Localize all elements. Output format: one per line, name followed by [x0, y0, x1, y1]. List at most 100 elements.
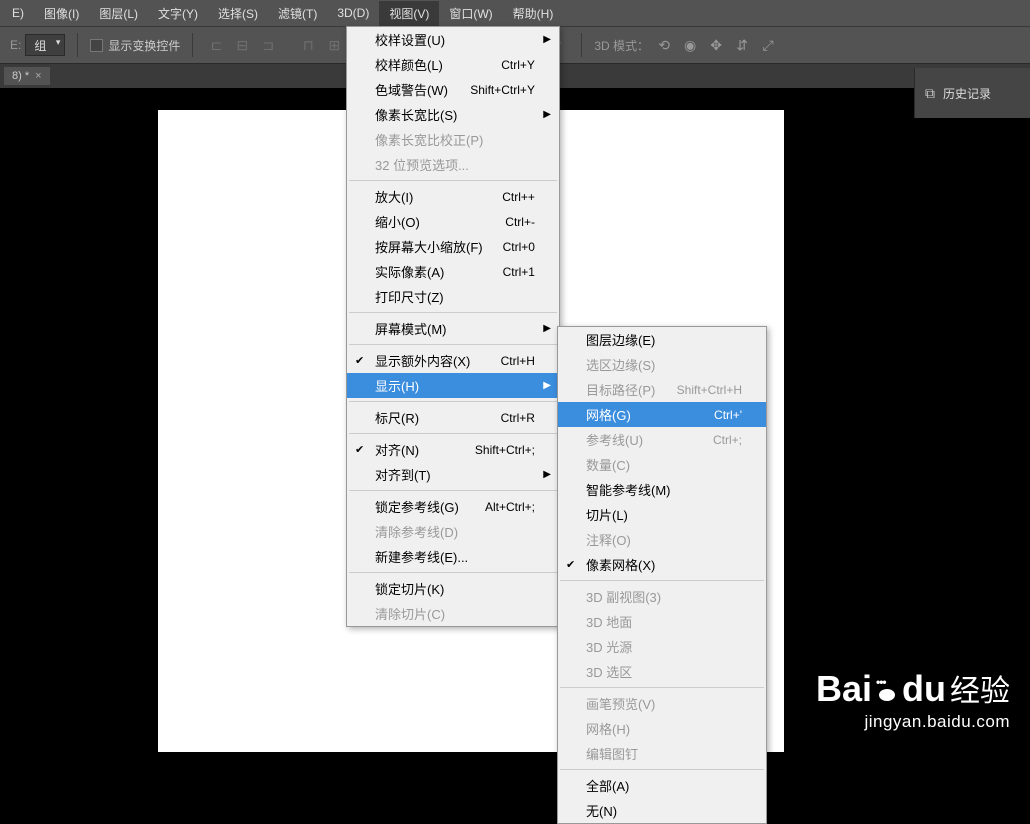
menu-item[interactable]: 校样颜色(L)Ctrl+Y — [347, 52, 559, 77]
orbit-3d-icon[interactable]: ⟲ — [653, 34, 675, 56]
menu-item-label: 缩小(O) — [375, 212, 420, 231]
menu-shortcut: Ctrl+' — [694, 408, 742, 422]
group-dropdown[interactable]: 组 — [25, 34, 65, 56]
menu-item: 选区边缘(S) — [558, 352, 766, 377]
align-left-icon[interactable]: ⊏ — [205, 34, 227, 56]
menu-separator — [560, 687, 764, 688]
scale-3d-icon[interactable]: ⤢ — [757, 34, 779, 56]
menu-item[interactable]: 标尺(R)Ctrl+R — [347, 405, 559, 430]
label-e: E: — [10, 38, 21, 52]
check-icon: ✔ — [566, 558, 575, 571]
submenu-arrow-icon: ▶ — [543, 380, 551, 391]
menu-item-label: 校样设置(U) — [375, 30, 445, 49]
menu-item-label: 选区边缘(S) — [586, 355, 655, 374]
menu-layer[interactable]: 图层(L) — [89, 1, 148, 26]
menu-item: 32 位预览选项... — [347, 152, 559, 177]
menu-shortcut: Shift+Ctrl+; — [455, 443, 535, 457]
menu-item[interactable]: 屏幕模式(M) ▶ — [347, 316, 559, 341]
menu-item-label: 清除参考线(D) — [375, 522, 458, 541]
history-icon: ⧉ — [925, 85, 935, 102]
align-center-h-icon[interactable]: ⊟ — [231, 34, 253, 56]
checkbox-label: 显示变换控件 — [108, 37, 180, 54]
menu-item-label: 目标路径(P) — [586, 380, 655, 399]
roll-3d-icon[interactable]: ◉ — [679, 34, 701, 56]
align-top-icon[interactable]: ⊓ — [297, 34, 319, 56]
pan-3d-icon[interactable]: ✥ — [705, 34, 727, 56]
menu-item[interactable]: 对齐到(T)▶ — [347, 462, 559, 487]
slide-3d-icon[interactable]: ⇵ — [731, 34, 753, 56]
menu-item[interactable]: 图层边缘(E) — [558, 327, 766, 352]
menu-view[interactable]: 视图(V) — [379, 1, 439, 26]
menu-separator — [349, 572, 557, 573]
menu-item[interactable]: 切片(L) — [558, 502, 766, 527]
menu-item[interactable]: 实际像素(A)Ctrl+1 — [347, 259, 559, 284]
menu-item[interactable]: 锁定切片(K) — [347, 576, 559, 601]
checkbox-icon — [90, 39, 103, 52]
menu-item[interactable]: 打印尺寸(Z) — [347, 284, 559, 309]
menu-item: 数量(C) — [558, 452, 766, 477]
menu-item[interactable]: 网格(G)Ctrl+' — [558, 402, 766, 427]
menu-item[interactable]: 色域警告(W)Shift+Ctrl+Y — [347, 77, 559, 102]
menu-item-label: 编辑图钉 — [586, 744, 638, 763]
history-panel-tab[interactable]: ⧉ 历史记录 — [914, 68, 1030, 118]
check-icon: ✔ — [355, 354, 364, 367]
menu-item[interactable]: 校样设置(U)▶ — [347, 27, 559, 52]
menu-separator — [349, 180, 557, 181]
menu-item-label: 像素网格(X) — [586, 555, 655, 574]
menu-item-label: 切片(L) — [586, 505, 628, 524]
brand-text: Bai — [816, 668, 872, 710]
menu-item-label: 校样颜色(L) — [375, 55, 443, 74]
menu-shortcut: Ctrl+H — [481, 354, 535, 368]
menu-item-label: 清除切片(C) — [375, 604, 445, 623]
menu-item[interactable]: 新建参考线(E)... — [347, 544, 559, 569]
menu-item: 3D 选区 — [558, 659, 766, 684]
menu-item-label: 3D 光源 — [586, 637, 632, 656]
menu-separator — [560, 769, 764, 770]
menu-item: 参考线(U)Ctrl+; — [558, 427, 766, 452]
menu-item-label: 参考线(U) — [586, 430, 643, 449]
close-icon[interactable]: × — [35, 70, 41, 82]
menu-item-label: 数量(C) — [586, 455, 630, 474]
menu-item[interactable]: 放大(I)Ctrl++ — [347, 184, 559, 209]
menu-item: 3D 副视图(3) — [558, 584, 766, 609]
menu-item-label: 按屏幕大小缩放(F) — [375, 237, 483, 256]
menu-item-label: 打印尺寸(Z) — [375, 287, 444, 306]
menu-image[interactable]: 图像(I) — [34, 1, 89, 26]
submenu-arrow-icon: ▶ — [543, 109, 551, 120]
menu-item[interactable]: 无(N) — [558, 798, 766, 823]
menu-item[interactable]: 锁定参考线(G)Alt+Ctrl+; — [347, 494, 559, 519]
menu-edit-partial[interactable]: E) — [2, 2, 34, 24]
menu-item[interactable]: ✔ 显示额外内容(X) Ctrl+H — [347, 348, 559, 373]
show-transform-controls-checkbox[interactable]: 显示变换控件 — [90, 37, 180, 54]
menu-item-label: 标尺(R) — [375, 408, 419, 427]
menu-item-label: 显示(H) — [375, 376, 419, 395]
menu-item-label: 锁定切片(K) — [375, 579, 444, 598]
menu-item[interactable]: ✔ 像素网格(X) — [558, 552, 766, 577]
history-label: 历史记录 — [943, 85, 991, 102]
menu-select[interactable]: 选择(S) — [208, 1, 268, 26]
menu-item-label: 显示额外内容(X) — [375, 351, 470, 370]
menu-item: 3D 光源 — [558, 634, 766, 659]
submenu-arrow-icon: ▶ — [543, 323, 551, 334]
brand-cn: 经验 — [950, 666, 1010, 710]
menu-item[interactable]: 按屏幕大小缩放(F)Ctrl+0 — [347, 234, 559, 259]
menu-filter[interactable]: 滤镜(T) — [268, 1, 327, 26]
menu-separator — [349, 401, 557, 402]
menu-item[interactable]: 显示(H) ▶ — [347, 373, 559, 398]
menu-help[interactable]: 帮助(H) — [503, 1, 564, 26]
menu-item[interactable]: 全部(A) — [558, 773, 766, 798]
document-tab[interactable]: 8) * × — [4, 67, 50, 85]
menu-item[interactable]: ✔对齐(N)Shift+Ctrl+; — [347, 437, 559, 462]
menu-item-label: 屏幕模式(M) — [375, 319, 447, 338]
menu-type[interactable]: 文字(Y) — [148, 1, 208, 26]
menu-3d[interactable]: 3D(D) — [327, 2, 379, 24]
menu-item[interactable]: 像素长宽比(S)▶ — [347, 102, 559, 127]
menu-item[interactable]: 缩小(O)Ctrl+- — [347, 209, 559, 234]
menu-shortcut: Ctrl+0 — [483, 240, 535, 254]
menu-item: 画笔预览(V) — [558, 691, 766, 716]
align-right-icon[interactable]: ⊐ — [257, 34, 279, 56]
menu-shortcut: Shift+Ctrl+H — [657, 383, 742, 397]
menu-window[interactable]: 窗口(W) — [439, 1, 502, 26]
align-center-v-icon[interactable]: ⊞ — [323, 34, 345, 56]
menu-item[interactable]: 智能参考线(M) — [558, 477, 766, 502]
